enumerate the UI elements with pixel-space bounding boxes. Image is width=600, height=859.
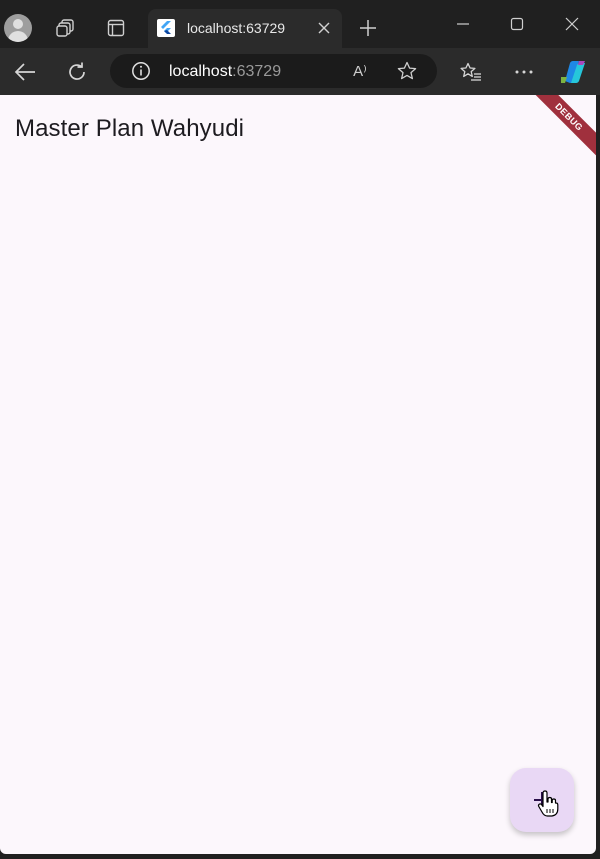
- tab-title: localhost:63729: [187, 20, 286, 36]
- read-aloud-label: A⁾: [353, 63, 367, 80]
- debug-banner: DEBUG: [524, 95, 596, 162]
- hand-cursor-icon: [537, 790, 559, 817]
- browser-toolbar: localhost:63729 A⁾: [0, 48, 600, 95]
- flutter-icon: [157, 19, 175, 37]
- tab-close-icon[interactable]: [314, 18, 334, 38]
- url-host: localhost: [169, 63, 233, 80]
- new-tab-button[interactable]: [354, 14, 382, 42]
- address-bar[interactable]: localhost:63729 A⁾: [110, 54, 437, 88]
- browser-window: localhost:63729 localhost:63729 A⁾ Maste…: [0, 0, 600, 859]
- tab-strip: localhost:63729: [0, 0, 600, 48]
- maximize-icon[interactable]: [500, 10, 534, 38]
- star-icon[interactable]: [393, 57, 421, 85]
- tab-active[interactable]: localhost:63729: [148, 9, 342, 48]
- info-icon[interactable]: [127, 57, 155, 85]
- address-url[interactable]: localhost:63729: [169, 63, 281, 81]
- url-port: :63729: [232, 63, 282, 80]
- profile-icon[interactable]: [4, 14, 32, 42]
- copilot-icon[interactable]: [558, 57, 588, 87]
- page-title: Master Plan Wahyudi: [15, 115, 245, 142]
- minimize-icon[interactable]: [446, 10, 480, 38]
- close-icon[interactable]: [555, 10, 589, 38]
- add-button[interactable]: [510, 768, 574, 832]
- tab-actions-icon[interactable]: [102, 14, 130, 42]
- read-aloud-icon[interactable]: A⁾: [346, 57, 374, 85]
- more-icon[interactable]: [509, 57, 539, 87]
- favorites-icon[interactable]: [456, 57, 486, 87]
- debug-banner-label: DEBUG: [553, 101, 585, 133]
- refresh-icon[interactable]: [62, 57, 92, 87]
- workspaces-icon[interactable]: [52, 14, 80, 42]
- app-viewport: Master Plan Wahyudi DEBUG: [0, 95, 596, 854]
- back-arrow-icon[interactable]: [10, 57, 40, 87]
- plus-icon: [360, 20, 376, 36]
